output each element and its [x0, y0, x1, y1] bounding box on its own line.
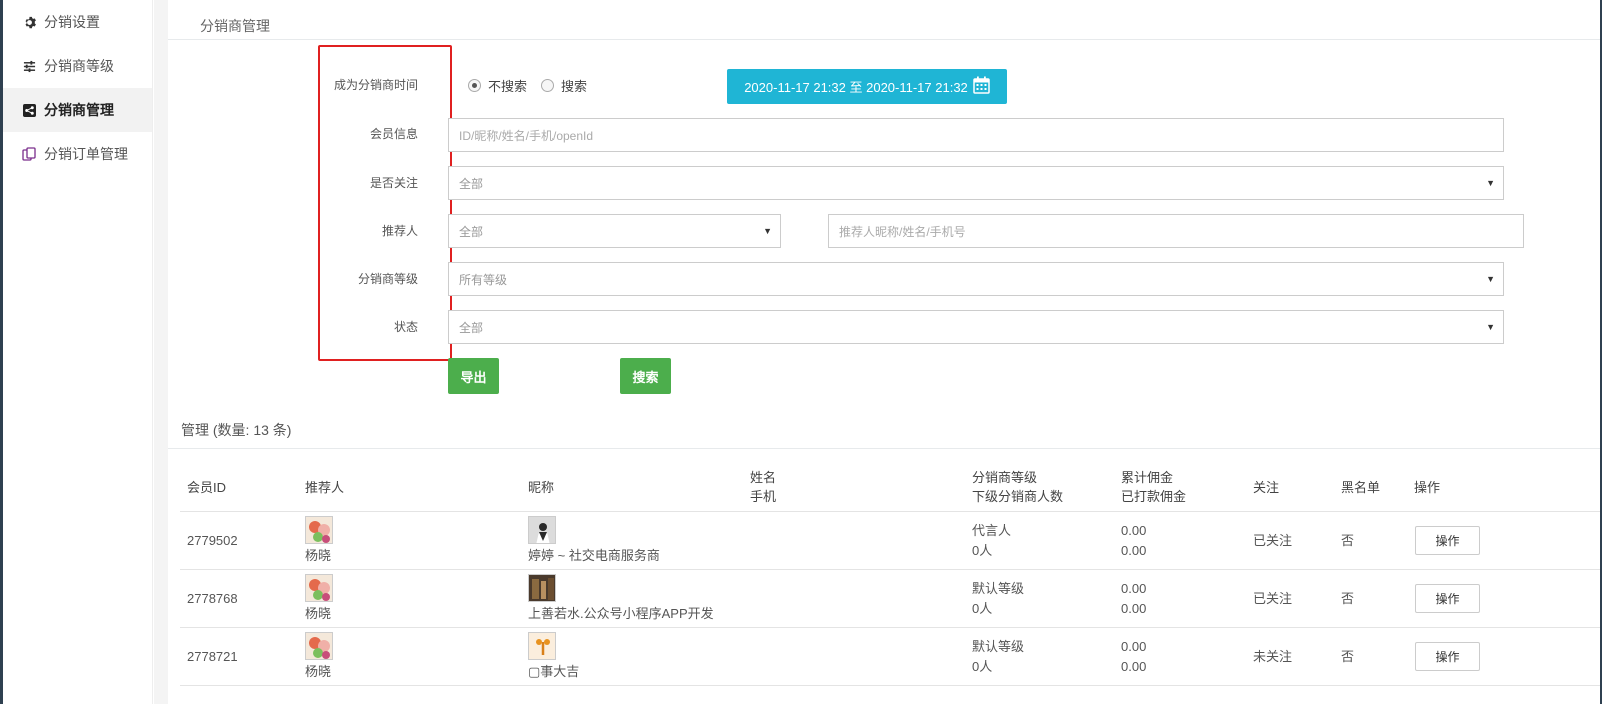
cell-referrer: 杨晓 [305, 548, 332, 563]
referrer-avatar [305, 632, 333, 660]
caret-down-icon: ▼ [1486, 274, 1495, 284]
time-search-radio-group: 不搜索 搜索 [468, 76, 601, 95]
level-select[interactable]: 所有等级 ▼ [448, 262, 1504, 296]
status-select-value: 全部 [459, 320, 484, 335]
cell-paid-commission: 0.00 [1121, 543, 1147, 558]
nickname-avatar [528, 632, 556, 660]
cell-member-id: 2779502 [187, 533, 238, 548]
row-action-button[interactable]: 操作 [1415, 584, 1480, 613]
content-gutter [154, 0, 168, 704]
cell-referrer: 杨晓 [305, 664, 332, 679]
cell-follow: 已关注 [1253, 533, 1293, 548]
calendar-icon [973, 76, 990, 97]
share-icon [22, 103, 36, 117]
cell-level: 代言人 [972, 523, 1012, 538]
col-name: 姓名 [750, 470, 777, 485]
cell-nickname: ▢事大吉 [528, 664, 580, 679]
sliders-icon [22, 59, 36, 73]
divider [168, 39, 1600, 40]
sidebar-item-label: 分销商管理 [44, 102, 114, 118]
cell-referrer: 杨晓 [305, 606, 332, 621]
page-title: 分销商管理 [200, 18, 270, 34]
follow-select-value: 全部 [459, 176, 484, 191]
sidebar-item-label: 分销订单管理 [44, 146, 128, 162]
col-sub-count: 下级分销商人数 [972, 489, 1064, 504]
member-search-input[interactable]: ID/昵称/姓名/手机/openId [448, 118, 1504, 152]
cell-member-id: 2778721 [187, 649, 238, 664]
status-select[interactable]: 全部 ▼ [448, 310, 1504, 344]
col-level: 分销商等级 [972, 470, 1038, 485]
sidebar-item-label: 分销设置 [44, 14, 100, 30]
cell-blacklist: 否 [1341, 591, 1355, 606]
gear-icon [22, 15, 36, 29]
referrer-select[interactable]: 全部 ▼ [448, 214, 781, 248]
orders-icon [22, 147, 36, 161]
caret-down-icon: ▼ [1486, 322, 1495, 332]
cell-member-id: 2778768 [187, 591, 238, 606]
col-follow: 关注 [1253, 480, 1280, 495]
highlight-box [318, 45, 452, 361]
caret-down-icon: ▼ [1486, 178, 1495, 188]
col-blacklist: 黑名单 [1341, 480, 1381, 495]
col-paid-commission: 已打款佣金 [1121, 489, 1187, 504]
cell-total-commission: 0.00 [1121, 523, 1147, 538]
row-divider [180, 569, 1600, 570]
cell-blacklist: 否 [1341, 649, 1355, 664]
radio-no-search[interactable] [468, 79, 481, 92]
main-content: 分销商管理 成为分销商时间 会员信息 是否关注 推荐人 分销商等级 状态 不搜索… [168, 0, 1600, 704]
divider [168, 448, 1600, 449]
cell-sub-count: 0人 [972, 601, 993, 616]
level-select-value: 所有等级 [459, 272, 508, 287]
cell-follow: 未关注 [1253, 649, 1293, 664]
caret-down-icon: ▼ [763, 226, 772, 236]
col-commission: 累计佣金 已打款佣金 [1121, 468, 1186, 506]
cell-nickname: 婷婷 ~ 社交电商服务商 [528, 548, 660, 563]
col-member-id: 会员ID [187, 480, 227, 495]
row-action-button[interactable]: 操作 [1415, 642, 1480, 671]
date-range-value: 2020-11-17 21:32 至 2020-11-17 21:32 [744, 80, 968, 95]
cell-follow: 已关注 [1253, 591, 1293, 606]
follow-select[interactable]: 全部 ▼ [448, 166, 1504, 200]
radio-search-label[interactable]: 搜索 [561, 76, 587, 95]
col-name-phone: 姓名 手机 [750, 468, 776, 506]
col-action: 操作 [1414, 480, 1441, 495]
cell-sub-count: 0人 [972, 659, 993, 674]
referrer-search-input[interactable]: 推荐人昵称/姓名/手机号 [828, 214, 1524, 248]
nickname-avatar [528, 574, 556, 602]
cell-level: 默认等级 [972, 639, 1025, 654]
row-divider [180, 627, 1600, 628]
cell-nickname: 上善若水.公众号小程序APP开发 [528, 606, 714, 621]
export-button[interactable]: 导出 [448, 358, 499, 394]
col-nickname: 昵称 [528, 480, 555, 495]
col-referrer: 推荐人 [305, 480, 345, 495]
referrer-select-value: 全部 [459, 224, 484, 239]
search-button[interactable]: 搜索 [620, 358, 671, 394]
sidebar: 分销设置 分销商等级 分销商管理 分销订单管理 [3, 0, 153, 704]
nickname-avatar [528, 516, 556, 544]
sidebar-item-levels[interactable]: 分销商等级 [3, 44, 152, 88]
date-range-picker[interactable]: 2020-11-17 21:32 至 2020-11-17 21:32 [727, 69, 1007, 104]
cell-total-commission: 0.00 [1121, 581, 1147, 596]
radio-search[interactable] [541, 79, 555, 92]
cell-level: 默认等级 [972, 581, 1025, 596]
cell-blacklist: 否 [1341, 533, 1355, 548]
cell-sub-count: 0人 [972, 543, 993, 558]
sidebar-item-orders[interactable]: 分销订单管理 [3, 132, 152, 176]
sidebar-item-distributor-management[interactable]: 分销商管理 [3, 88, 152, 132]
row-action-button[interactable]: 操作 [1415, 526, 1480, 555]
col-phone: 手机 [750, 489, 777, 504]
sidebar-item-label: 分销商等级 [44, 58, 114, 74]
col-total-commission: 累计佣金 [1121, 470, 1174, 485]
referrer-avatar [305, 574, 333, 602]
row-divider [180, 511, 1600, 512]
col-level-subcount: 分销商等级 下级分销商人数 [972, 468, 1063, 506]
referrer-avatar [305, 516, 333, 544]
sidebar-item-settings[interactable]: 分销设置 [3, 0, 152, 44]
cell-paid-commission: 0.00 [1121, 659, 1147, 674]
cell-total-commission: 0.00 [1121, 639, 1147, 654]
cell-paid-commission: 0.00 [1121, 601, 1147, 616]
radio-no-search-label[interactable]: 不搜索 [488, 76, 527, 95]
list-title: 管理 (数量: 13 条) [181, 422, 292, 438]
row-divider [180, 685, 1600, 686]
